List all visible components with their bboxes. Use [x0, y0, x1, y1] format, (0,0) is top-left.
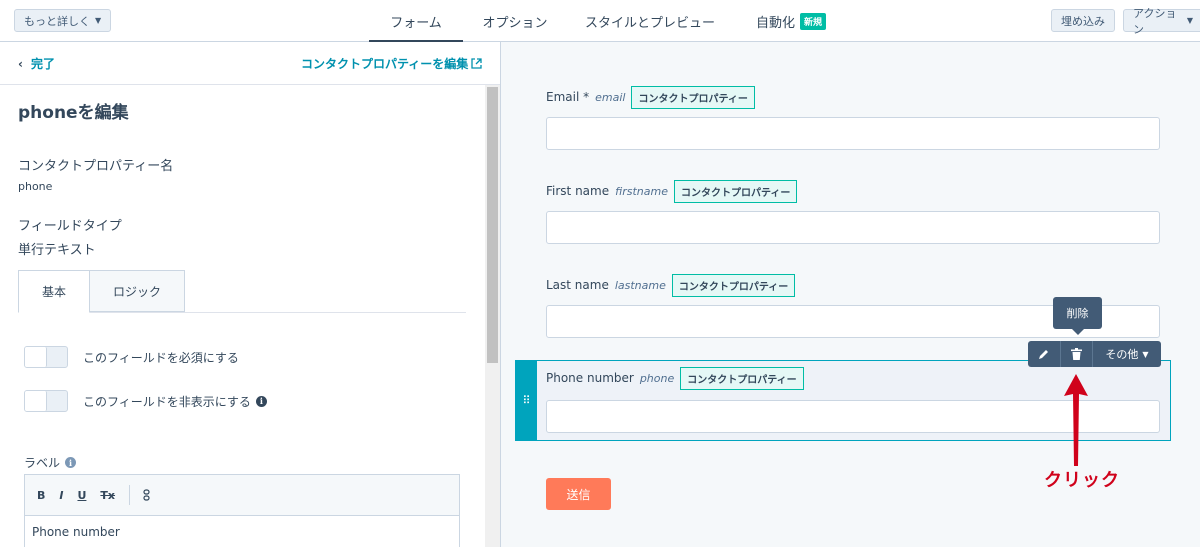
more-info-label: もっと詳しく	[24, 14, 90, 28]
contact-property-badge: コンタクトプロパティー	[680, 366, 804, 390]
field-label: Last name lastname コンタクトプロパティー	[546, 273, 1160, 297]
contact-property-badge: コンタクトプロパティー	[673, 179, 798, 203]
hidden-toggle[interactable]	[24, 390, 68, 412]
new-badge: 新規	[800, 12, 827, 30]
link-icon[interactable]	[142, 489, 151, 501]
tab-logic-label: ロジック	[112, 284, 161, 299]
underline-button[interactable]: U	[77, 489, 86, 502]
firstname-input[interactable]	[546, 211, 1160, 244]
tab-options[interactable]: オプション	[472, 0, 558, 42]
toggle-knob	[25, 347, 47, 367]
annotation-arrow-icon	[1064, 374, 1088, 466]
tab-basic-label: 基本	[41, 285, 66, 299]
tab-options-label: オプション	[482, 15, 548, 31]
tab-automation-label: 自動化	[755, 15, 795, 31]
internal-name: lastname	[614, 278, 666, 292]
field-type-value: 単行テキスト	[18, 243, 96, 258]
panel-header: ‹ 完了 コンタクトプロパティーを編集	[0, 42, 500, 85]
field-label: First name firstname コンタクトプロパティー	[546, 179, 1160, 203]
edit-field-button[interactable]	[1028, 341, 1061, 367]
trash-icon	[1071, 348, 1082, 360]
field-label-text: First name	[546, 184, 610, 198]
field-label-text: Last name	[546, 278, 609, 292]
contact-property-badge: コンタクトプロパティー	[631, 85, 755, 109]
embed-button[interactable]: 埋め込み	[1051, 9, 1115, 32]
delete-tooltip: 削除	[1053, 297, 1102, 335]
delete-field-button[interactable]	[1061, 341, 1093, 367]
drag-handle-icon[interactable]: ⠿	[516, 361, 537, 440]
toolbar-divider	[129, 485, 131, 505]
submit-label: 送信	[566, 487, 591, 502]
tab-form-label: フォーム	[390, 15, 442, 31]
done-label: 完了	[30, 57, 55, 71]
action-dropdown[interactable]: アクション ▼	[1123, 7, 1200, 36]
editor-toolbar: B I U Tx	[25, 475, 459, 516]
caret-down-icon: ▼	[95, 16, 102, 25]
tab-automation[interactable]: 自動化 新規	[746, 0, 836, 42]
edit-property-label: コンタクトプロパティーを編集	[301, 57, 469, 71]
tab-basic[interactable]: 基本	[18, 270, 90, 313]
form-preview: Email * email コンタクトプロパティー First name fir…	[501, 42, 1200, 547]
more-options-dropdown[interactable]: その他 ▼	[1093, 341, 1161, 367]
caret-down-icon: ▼	[1142, 349, 1149, 359]
hidden-toggle-label: このフィールドを非表示にする	[83, 394, 251, 409]
internal-name: email	[595, 90, 626, 104]
property-name-label: コンタクトプロパティー名	[18, 159, 174, 174]
action-label: アクション	[1133, 6, 1177, 36]
tab-style-label: スタイルとプレビュー	[584, 15, 715, 31]
tab-logic[interactable]: ロジック	[89, 270, 185, 312]
caret-down-icon: ▼	[1186, 16, 1193, 25]
embed-label: 埋め込み	[1061, 14, 1105, 28]
internal-name: firstname	[615, 184, 668, 198]
panel-title: phoneを編集	[18, 103, 129, 123]
chevron-left-icon: ‹	[18, 56, 23, 71]
contact-property-badge: コンタクトプロパティー	[671, 273, 796, 297]
label-heading: ラベル i	[24, 454, 77, 471]
property-name-value: phone	[18, 180, 53, 193]
field-label-text: Phone number	[546, 371, 634, 385]
italic-button[interactable]: I	[59, 489, 63, 502]
required-toggle-label: このフィールドを必須にする	[83, 350, 239, 365]
toggle-knob	[25, 391, 47, 411]
tab-style-preview[interactable]: スタイルとプレビュー	[580, 0, 720, 42]
required-toggle[interactable]	[24, 346, 68, 368]
label-rich-text-editor: B I U Tx Phone number	[24, 474, 460, 547]
email-input[interactable]	[546, 117, 1160, 150]
label-heading-text: ラベル	[24, 456, 61, 470]
pencil-icon	[1039, 350, 1048, 359]
field-type-label: フィールドタイプ	[18, 219, 122, 234]
external-link-icon	[471, 58, 482, 69]
tab-form[interactable]: フォーム	[369, 0, 463, 43]
field-label: Email * email コンタクトプロパティー	[546, 85, 1160, 109]
clear-format-button[interactable]: Tx	[100, 489, 115, 502]
required-toggle-row: このフィールドを必須にする	[24, 346, 239, 368]
settings-tabs: 基本 ロジック	[18, 270, 466, 313]
more-options-label: その他	[1105, 348, 1139, 361]
info-icon[interactable]: i	[255, 395, 267, 407]
submit-button[interactable]: 送信	[546, 478, 611, 510]
edit-contact-property-link[interactable]: コンタクトプロパティーを編集	[301, 55, 482, 72]
form-field-firstname[interactable]: First name firstname コンタクトプロパティー	[546, 179, 1160, 244]
top-navigation-bar: もっと詳しく ▼ フォーム オプション スタイルとプレビュー 自動化 新規 埋め…	[0, 0, 1200, 43]
internal-name: phone	[639, 371, 675, 385]
more-info-dropdown[interactable]: もっと詳しく ▼	[14, 9, 112, 32]
editor-content[interactable]: Phone number	[25, 516, 459, 547]
hidden-toggle-row: このフィールドを非表示にする i	[24, 390, 267, 412]
done-link[interactable]: ‹ 完了	[18, 55, 55, 72]
scrollbar-thumb[interactable]	[487, 87, 498, 363]
bold-button[interactable]: B	[37, 489, 45, 502]
field-label-text: Email *	[546, 90, 590, 104]
field-action-toolbar: その他 ▼	[1028, 341, 1161, 367]
info-icon[interactable]: i	[65, 457, 77, 468]
click-annotation-label: クリック	[1044, 470, 1120, 491]
form-field-email[interactable]: Email * email コンタクトプロパティー	[546, 85, 1160, 150]
field-edit-panel: ‹ 完了 コンタクトプロパティーを編集 phoneを編集 コンタクトプロパティー…	[0, 42, 501, 547]
